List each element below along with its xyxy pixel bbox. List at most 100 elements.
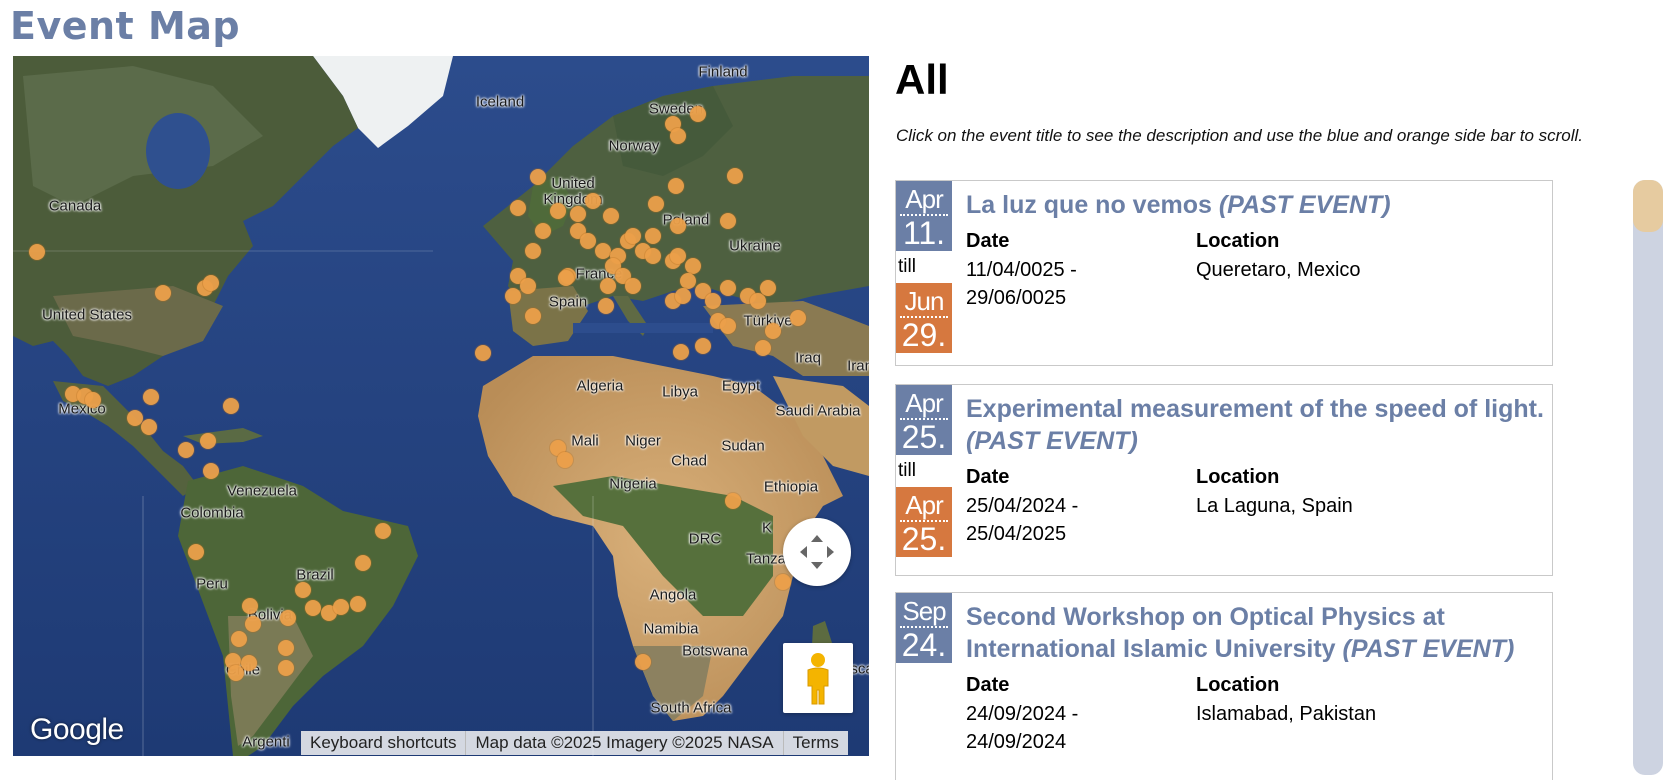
event-marker[interactable] xyxy=(85,392,101,408)
event-marker[interactable] xyxy=(645,228,661,244)
event-marker[interactable] xyxy=(673,344,689,360)
event-marker[interactable] xyxy=(705,293,721,309)
event-marker[interactable] xyxy=(603,208,619,224)
event-marker[interactable] xyxy=(242,598,258,614)
terms-link[interactable]: Terms xyxy=(784,731,848,755)
event-marker[interactable] xyxy=(580,233,596,249)
event-marker[interactable] xyxy=(203,463,219,479)
location-label: Location xyxy=(1196,230,1280,252)
street-view-button[interactable] xyxy=(783,643,853,713)
event-marker[interactable] xyxy=(278,640,294,656)
event-marker[interactable] xyxy=(750,293,766,309)
event-marker[interactable] xyxy=(725,493,741,509)
start-date-block: Apr 25. xyxy=(896,385,952,455)
event-marker[interactable] xyxy=(520,278,536,294)
event-marker[interactable] xyxy=(375,523,391,539)
event-title: La luz que no vemos xyxy=(966,191,1212,219)
event-marker[interactable] xyxy=(333,599,349,615)
event-list[interactable]: Apr 11. till Jun 29. La luz que no vemos… xyxy=(895,180,1555,780)
event-marker[interactable] xyxy=(525,243,541,259)
event-marker[interactable] xyxy=(685,258,701,274)
event-marker[interactable] xyxy=(625,228,641,244)
till-label: till xyxy=(898,460,916,481)
event-marker[interactable] xyxy=(695,338,711,354)
event-location: Queretaro, Mexico xyxy=(1196,259,1361,281)
fullscreen-arrows-icon xyxy=(800,535,834,569)
event-marker[interactable] xyxy=(720,213,736,229)
event-marker[interactable] xyxy=(510,200,526,216)
event-marker[interactable] xyxy=(570,206,586,222)
event-marker[interactable] xyxy=(765,323,781,339)
keyboard-shortcuts-link[interactable]: Keyboard shortcuts xyxy=(301,731,467,755)
event-title-link[interactable]: Experimental measurement of the speed of… xyxy=(966,393,1546,457)
event-marker[interactable] xyxy=(775,574,791,590)
event-marker[interactable] xyxy=(635,654,651,670)
event-marker[interactable] xyxy=(720,318,736,334)
event-marker[interactable] xyxy=(231,631,247,647)
event-marker[interactable] xyxy=(350,596,366,612)
event-marker[interactable] xyxy=(670,248,686,264)
event-marker[interactable] xyxy=(648,196,664,212)
event-marker[interactable] xyxy=(525,308,541,324)
event-marker[interactable] xyxy=(600,278,616,294)
event-marker[interactable] xyxy=(680,273,696,289)
fullscreen-button[interactable] xyxy=(783,518,851,586)
scrollbar-thumb[interactable] xyxy=(1633,180,1663,232)
start-month: Apr xyxy=(905,184,943,214)
event-marker[interactable] xyxy=(670,218,686,234)
event-marker[interactable] xyxy=(241,655,257,671)
event-marker[interactable] xyxy=(188,544,204,560)
event-marker[interactable] xyxy=(755,340,771,356)
event-marker[interactable] xyxy=(530,169,546,185)
event-marker[interactable] xyxy=(598,298,614,314)
event-marker[interactable] xyxy=(505,288,521,304)
event-title-link[interactable]: La luz que no vemos (PAST EVENT) xyxy=(966,189,1546,221)
event-marker[interactable] xyxy=(278,660,294,676)
event-marker[interactable] xyxy=(668,178,684,194)
event-marker[interactable] xyxy=(645,248,661,264)
event-marker[interactable] xyxy=(790,310,806,326)
event-marker[interactable] xyxy=(155,285,171,301)
event-marker[interactable] xyxy=(550,203,566,219)
event-list-scrollbar[interactable] xyxy=(1633,180,1663,775)
end-date-block: Jun 29. xyxy=(896,283,952,353)
event-marker[interactable] xyxy=(203,275,219,291)
event-marker[interactable] xyxy=(200,433,216,449)
event-marker[interactable] xyxy=(305,600,321,616)
event-marker[interactable] xyxy=(727,168,743,184)
event-marker[interactable] xyxy=(295,582,311,598)
google-logo: Google xyxy=(30,713,124,746)
event-marker[interactable] xyxy=(557,452,573,468)
event-marker[interactable] xyxy=(558,270,574,286)
event-marker[interactable] xyxy=(670,128,686,144)
map-label-chad: Chad xyxy=(671,452,707,470)
event-marker[interactable] xyxy=(675,288,691,304)
map-label-ethiopia: Ethiopia xyxy=(763,478,819,496)
past-event-tag: (PAST EVENT) xyxy=(1218,191,1391,219)
event-marker[interactable] xyxy=(720,280,736,296)
event-marker[interactable] xyxy=(223,398,239,414)
event-marker[interactable] xyxy=(245,616,261,632)
event-marker[interactable] xyxy=(178,442,194,458)
event-marker[interactable] xyxy=(585,193,601,209)
end-month: Apr xyxy=(905,490,943,520)
event-marker[interactable] xyxy=(280,610,296,626)
event-marker[interactable] xyxy=(760,280,776,296)
event-marker[interactable] xyxy=(625,278,641,294)
date-to: 29/06/0025 xyxy=(966,287,1067,309)
start-date-block: Apr 11. xyxy=(896,181,952,251)
event-marker[interactable] xyxy=(595,243,611,259)
map-label-iraq: Iraq xyxy=(795,349,821,367)
event-marker[interactable] xyxy=(29,244,45,260)
event-marker[interactable] xyxy=(535,223,551,239)
event-marker[interactable] xyxy=(141,419,157,435)
start-day: 24. xyxy=(900,626,948,663)
event-location: La Laguna, Spain xyxy=(1196,495,1353,517)
event-title-link[interactable]: Second Workshop on Optical Physics at In… xyxy=(966,601,1546,665)
event-marker[interactable] xyxy=(355,555,371,571)
event-map[interactable]: Iceland Finland Sweden Norway United Kin… xyxy=(13,56,869,756)
event-marker[interactable] xyxy=(143,389,159,405)
event-marker[interactable] xyxy=(475,345,491,361)
event-marker[interactable] xyxy=(690,106,706,122)
date-label: Date xyxy=(966,674,1010,696)
